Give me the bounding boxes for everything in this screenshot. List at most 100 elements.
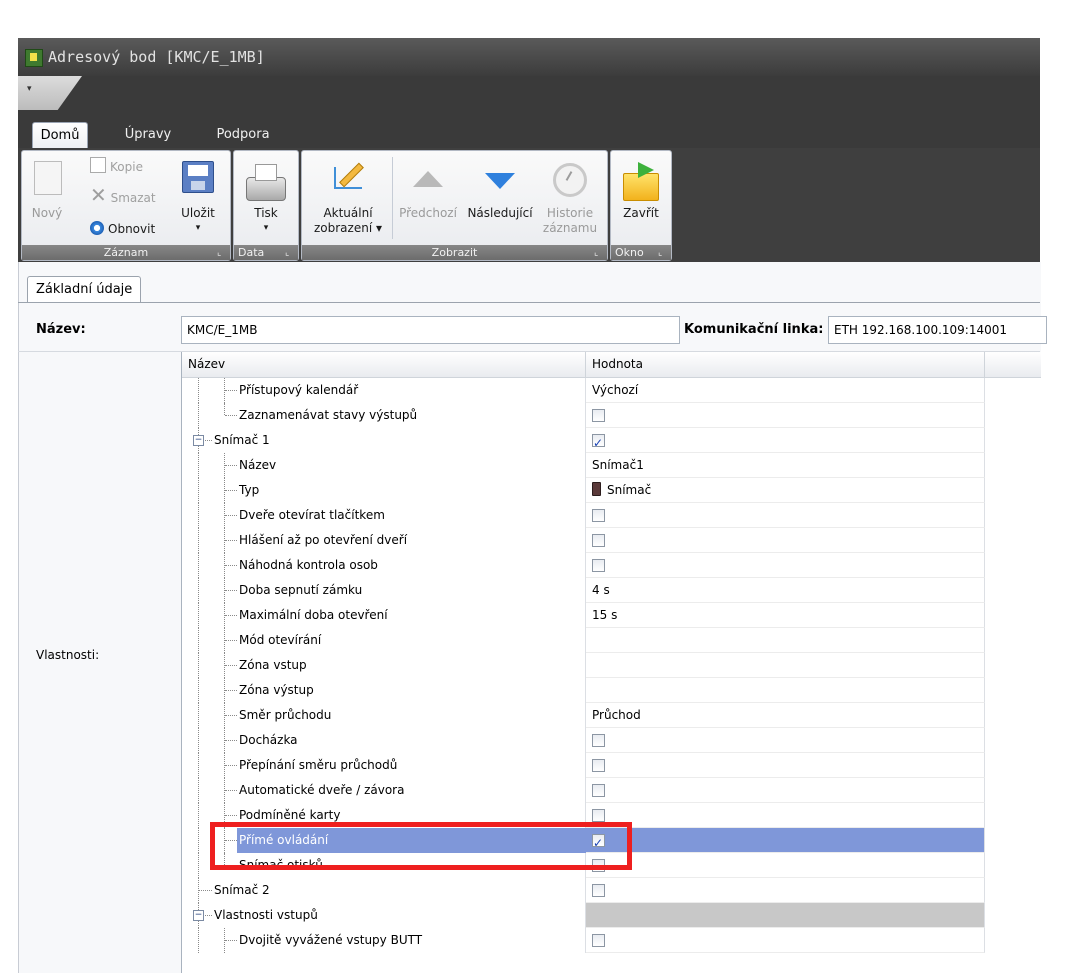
- grid-row[interactable]: − Vlastnosti vstupů: [182, 903, 985, 928]
- tree-line: [225, 815, 237, 817]
- grid-row[interactable]: Maximální doba otevření 15 s: [182, 603, 985, 628]
- current-view-button[interactable]: Aktuální zobrazení ▾: [308, 155, 388, 236]
- previous-button[interactable]: Předchozí: [396, 155, 460, 221]
- grid-row[interactable]: Snímač 2: [182, 878, 985, 903]
- next-button[interactable]: Následující: [464, 155, 536, 221]
- grid-row[interactable]: Přístupový kalendář Výchozí: [182, 378, 985, 403]
- checkbox[interactable]: [592, 534, 605, 547]
- collapse-icon[interactable]: −: [193, 910, 204, 921]
- tree-line: [225, 840, 237, 842]
- grid-value-cell[interactable]: [586, 403, 985, 428]
- arrow-down-icon: [485, 173, 515, 189]
- grid-row[interactable]: Docházka: [182, 728, 985, 753]
- checkbox[interactable]: [592, 784, 605, 797]
- grid-value-cell[interactable]: [586, 728, 985, 753]
- new-button[interactable]: Nový: [28, 155, 66, 221]
- grid-value-cell[interactable]: [586, 778, 985, 803]
- grid-row[interactable]: Zóna výstup: [182, 678, 985, 703]
- grid-row[interactable]: Směr průchodu Průchod: [182, 703, 985, 728]
- checkbox[interactable]: [592, 734, 605, 747]
- checkbox[interactable]: [592, 831, 605, 856]
- grid-value-cell[interactable]: 4 s: [586, 578, 985, 603]
- grid-value-cell[interactable]: [586, 928, 985, 953]
- grid-value-cell[interactable]: [586, 528, 985, 553]
- grid-value-cell[interactable]: Průchod: [586, 703, 985, 728]
- grid-row[interactable]: Automatické dveře / závora: [182, 778, 985, 803]
- grid-value-cell[interactable]: [586, 828, 985, 856]
- properties-label: Vlastnosti:: [36, 648, 100, 662]
- tab-domu[interactable]: Domů: [32, 122, 88, 149]
- quick-access-menu-button[interactable]: ▾: [18, 76, 82, 110]
- grid-value-cell[interactable]: [586, 653, 985, 678]
- grid-row[interactable]: − Snímač 1: [182, 428, 985, 456]
- dialog-launcher-icon[interactable]: ⌞: [658, 249, 667, 258]
- grid-row[interactable]: Typ Snímač: [182, 478, 985, 503]
- name-input[interactable]: KMC/E_1MB: [181, 316, 680, 344]
- grid-row[interactable]: Snímač otisků: [182, 853, 985, 878]
- grid-row[interactable]: Dveře otevírat tlačítkem: [182, 503, 985, 528]
- grid-value-cell[interactable]: Snímač: [586, 478, 985, 503]
- column-header-name[interactable]: Název: [182, 352, 586, 377]
- tab-upravy[interactable]: Úpravy: [110, 122, 186, 148]
- grid-row[interactable]: Přepínání směru průchodů: [182, 753, 985, 778]
- grid-value-cell[interactable]: [586, 853, 985, 878]
- checkbox[interactable]: [592, 884, 605, 897]
- grid-row[interactable]: Dvojitě vyvážené vstupy BUTT: [182, 928, 985, 953]
- checkbox[interactable]: [592, 859, 605, 872]
- refresh-button[interactable]: Obnovit: [90, 221, 155, 236]
- ruler-pencil-icon: [332, 161, 366, 191]
- grid-row[interactable]: Název Snímač1: [182, 453, 985, 478]
- grid-row[interactable]: Doba sepnutí zámku 4 s: [182, 578, 985, 603]
- checkbox[interactable]: [592, 759, 605, 772]
- checkbox[interactable]: [592, 934, 605, 947]
- dialog-launcher-icon[interactable]: ⌞: [285, 249, 294, 258]
- save-button[interactable]: Uložit ▾: [174, 155, 222, 236]
- grid-value-cell[interactable]: [586, 553, 985, 578]
- grid-value-cell[interactable]: [586, 628, 985, 653]
- dialog-launcher-icon[interactable]: ⌞: [594, 249, 603, 258]
- collapse-icon[interactable]: −: [193, 435, 204, 446]
- checkbox[interactable]: [592, 509, 605, 522]
- grid-row[interactable]: Přímé ovládání: [182, 828, 985, 856]
- checkbox[interactable]: [592, 431, 605, 456]
- column-header-value[interactable]: Hodnota: [586, 352, 985, 377]
- close-button[interactable]: Zavřít: [615, 155, 667, 221]
- grid-row[interactable]: Náhodná kontrola osob: [182, 553, 985, 578]
- grid-value-cell[interactable]: [586, 903, 985, 928]
- grid-row[interactable]: Zaznamenávat stavy výstupů: [182, 403, 985, 428]
- checkbox[interactable]: [592, 559, 605, 572]
- grid-value-cell[interactable]: Snímač1: [586, 453, 985, 478]
- dialog-launcher-icon[interactable]: ⌞: [217, 249, 226, 258]
- communication-line-field[interactable]: ETH 192.168.100.109:14001: [828, 316, 1047, 344]
- checkbox[interactable]: [592, 809, 605, 822]
- grid-name-cell: Přístupový kalendář: [182, 378, 586, 403]
- name-label: Název:: [36, 322, 86, 337]
- copy-button[interactable]: Kopie: [90, 157, 143, 174]
- tree-line: [225, 640, 237, 642]
- property-name: Zóna vstup: [239, 658, 307, 672]
- grid-row[interactable]: Podmíněné karty: [182, 803, 985, 828]
- record-history-button[interactable]: Historie záznamu: [540, 155, 600, 236]
- grid-value-cell[interactable]: [586, 878, 985, 903]
- grid-value-cell[interactable]: [586, 753, 985, 778]
- grid-row[interactable]: Hlášení až po otevření dveří: [182, 528, 985, 553]
- delete-button[interactable]: ✕ Smazat: [90, 185, 156, 205]
- grid-row[interactable]: Mód otevírání: [182, 628, 985, 653]
- grid-value-cell[interactable]: [586, 428, 985, 456]
- grid-value-cell[interactable]: Výchozí: [586, 378, 985, 403]
- tree-line: [225, 690, 237, 692]
- grid-row[interactable]: Zóna vstup: [182, 653, 985, 678]
- grid-value-cell[interactable]: [586, 678, 985, 703]
- tab-zakladni-udaje[interactable]: Základní údaje: [27, 276, 142, 303]
- checkbox[interactable]: [592, 409, 605, 422]
- property-value: 4 s: [592, 583, 610, 597]
- grid-name-cell: Snímač otisků: [182, 853, 586, 878]
- arrow-up-icon: [413, 171, 443, 187]
- grid-value-cell[interactable]: [586, 503, 985, 528]
- print-button[interactable]: Tisk ▾: [240, 155, 292, 236]
- grid-value-cell[interactable]: [586, 803, 985, 828]
- tree-line: [198, 828, 200, 853]
- tree-line: [225, 615, 237, 617]
- tab-podpora[interactable]: Podpora: [208, 122, 278, 148]
- grid-value-cell[interactable]: 15 s: [586, 603, 985, 628]
